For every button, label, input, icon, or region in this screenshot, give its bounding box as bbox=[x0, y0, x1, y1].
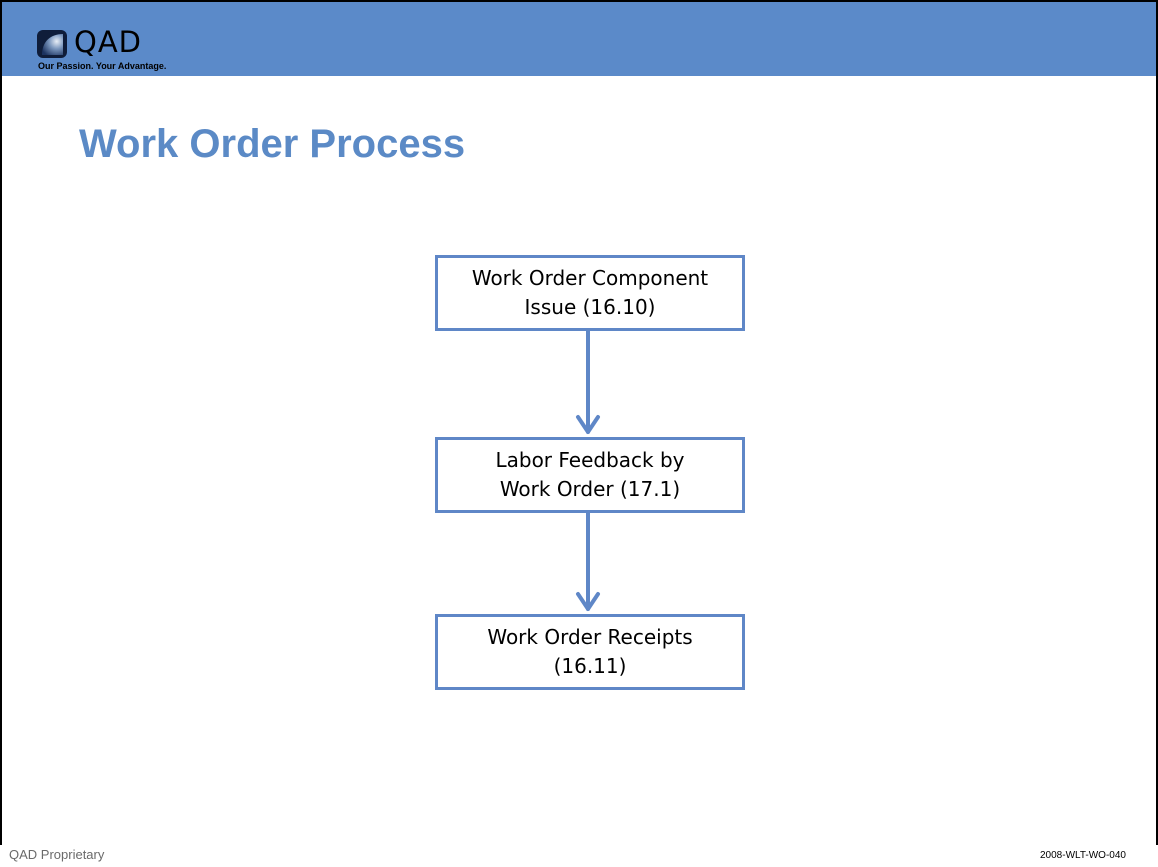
flow-step-receipts: Work Order Receipts (16.11) bbox=[435, 614, 745, 690]
logo-wordmark: QAD bbox=[74, 25, 142, 59]
frame-left-border bbox=[0, 0, 2, 845]
connector-2-to-3 bbox=[576, 511, 600, 611]
qad-logo-mark-icon bbox=[37, 30, 67, 58]
flow-step-labor-feedback: Labor Feedback by Work Order (17.1) bbox=[435, 437, 745, 513]
flow-step-label: Work Order Receipts (16.11) bbox=[487, 625, 693, 678]
flow-step-component-issue: Work Order Component Issue (16.10) bbox=[435, 255, 745, 331]
qad-logo: QAD Our Passion. Your Advantage. bbox=[36, 25, 196, 71]
footer-proprietary-notice: QAD Proprietary bbox=[9, 847, 105, 862]
logo-tagline: Our Passion. Your Advantage. bbox=[38, 61, 167, 71]
flow-step-label: Work Order Component Issue (16.10) bbox=[471, 266, 709, 319]
connector-1-to-2 bbox=[576, 329, 600, 434]
footer-slide-code: 2008-WLT-WO-040 bbox=[1040, 850, 1126, 861]
slide: QAD Our Passion. Your Advantage. Work Or… bbox=[0, 0, 1158, 867]
flow-step-label: Labor Feedback by Work Order (17.1) bbox=[495, 448, 685, 501]
page-title: Work Order Process bbox=[79, 122, 466, 166]
